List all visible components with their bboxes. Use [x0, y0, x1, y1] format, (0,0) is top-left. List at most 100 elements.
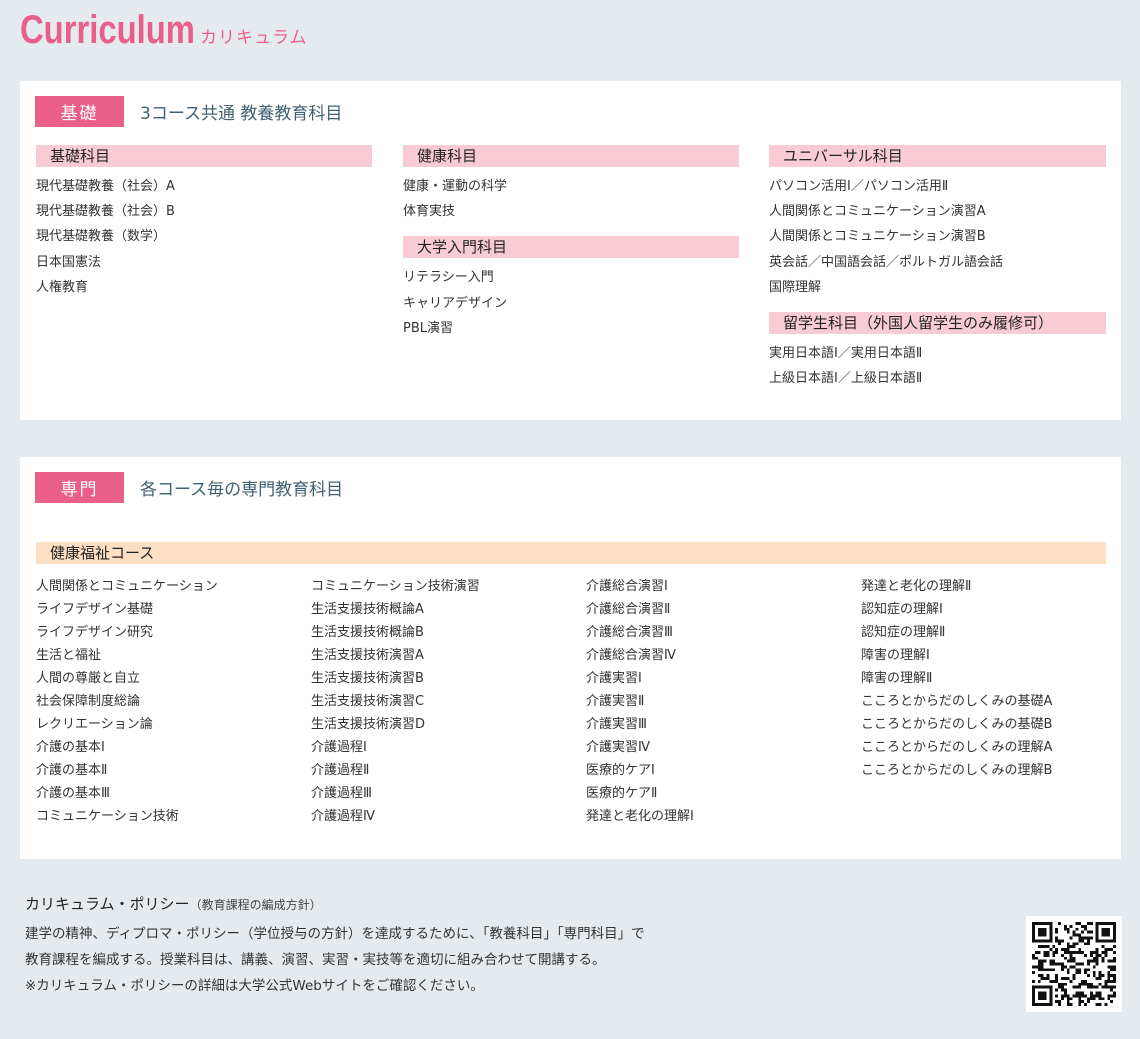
course-list: 現代基礎教養（社会）A 現代基礎教養（社会）B 現代基礎教養（数学） 日本国憲法人権教…	[36, 174, 372, 300]
course-item: 介護の基本Ⅱ	[36, 763, 108, 778]
policy-title: カリキュラム・ポリシー	[25, 895, 190, 913]
specialized-tag: 専門	[35, 472, 124, 503]
course-item: 日本国憲法	[36, 254, 102, 270]
category-heading: 基礎科目	[36, 145, 372, 167]
page-header: Curriculum カリキュラム	[20, 8, 308, 53]
course-item: 社会保障制度総論	[36, 694, 141, 709]
specialized-column-2: コミュニケーション技術演習 生活支援技術概論A 生活支援技術概論B 生活支援技術演習A…	[311, 575, 581, 828]
course-list: 実用日本語Ⅰ／実用日本語Ⅱ 上級日本語Ⅰ／上級日本語Ⅱ	[769, 341, 1106, 391]
basic-column-1: 基礎科目 現代基礎教養（社会）A 現代基礎教養（社会）B 現代基礎教養（数学） 日本国…	[36, 145, 372, 300]
course-item: 介護総合演習Ⅰ	[586, 579, 668, 594]
course-item: コミュニケーション技術	[36, 809, 179, 824]
course-heading-wrap: 健康福祉コース	[36, 542, 1106, 571]
course-item: 障害の理解Ⅱ	[861, 671, 933, 686]
course-list: コミュニケーション技術演習 生活支援技術概論A 生活支援技術概論B 生活支援技術演習A…	[311, 575, 581, 828]
course-item: 生活支援技術演習B	[311, 671, 424, 686]
policy-subtitle: （教育課程の編成方針）	[189, 898, 322, 912]
course-heading: 健康福祉コース	[36, 542, 1106, 564]
course-item: PBL演習	[403, 320, 454, 336]
course-item: 認知症の理解Ⅰ	[861, 602, 943, 617]
policy-line: 建学の精神、ディプロマ・ポリシー（学位授与の方針）を達成するために、「教養科目」…	[25, 926, 645, 942]
course-item: 生活支援技術演習C	[311, 694, 425, 709]
course-item: 医療的ケアⅠ	[586, 763, 655, 778]
course-item: 人権教育	[36, 279, 89, 295]
course-item: 認知症の理解Ⅱ	[861, 625, 946, 640]
policy-heading: カリキュラム・ポリシー（教育課程の編成方針）	[25, 893, 645, 914]
course-item: ライフデザイン研究	[36, 625, 154, 640]
page-title-jp: カリキュラム	[200, 28, 308, 48]
course-item: 生活支援技術概論A	[311, 602, 424, 617]
course-item: 介護過程Ⅲ	[311, 786, 372, 801]
course-list: 健康・運動の科学 体育実技	[403, 174, 739, 224]
course-item: 生活支援技術演習D	[311, 717, 426, 732]
course-item: 介護総合演習Ⅱ	[586, 602, 671, 617]
course-item: リテラシー入門	[403, 270, 494, 286]
category-heading: 留学生科目（外国人留学生のみ履修可）	[769, 312, 1106, 335]
course-item: コミュニケーション技術演習	[311, 579, 480, 594]
course-item: 実用日本語Ⅰ／実用日本語Ⅱ	[769, 346, 923, 362]
course-item: こころとからだのしくみの基礎B	[861, 717, 1053, 732]
category-heading: 健康科目	[403, 145, 739, 167]
category-heading: 大学入門科目	[403, 236, 739, 259]
course-list: 発達と老化の理解Ⅱ 認知症の理解Ⅰ 認知症の理解Ⅱ 障害の理解Ⅰ 障害の理解Ⅱ こころとか…	[861, 575, 1111, 782]
course-list: リテラシー入門 キャリアデザイン PBL演習	[403, 265, 739, 341]
specialized-panel-title: 各コース毎の専門教育科目	[140, 480, 344, 500]
basic-panel-title: 3コース共通 教養教育科目	[140, 104, 343, 124]
course-item: 国際理解	[769, 279, 822, 295]
course-item: 人間関係とコミュニケーション	[36, 579, 218, 594]
course-item: 介護実習Ⅳ	[586, 740, 650, 755]
course-item: 現代基礎教養（数学）	[36, 229, 167, 245]
course-item: 発達と老化の理解Ⅱ	[861, 579, 972, 594]
course-item: こころとからだのしくみの理解A	[861, 740, 1053, 755]
specialized-curriculum-panel: 専門 各コース毎の専門教育科目 健康福祉コース 人間関係とコミュニケーション ライ…	[20, 457, 1121, 859]
course-item: 人間関係とコミュニケーション演習A	[769, 204, 986, 220]
basic-column-3: ユニバーサル科目 パソコン活用Ⅰ／パソコン活用Ⅱ 人間関係とコミュニケーション演習…	[769, 145, 1106, 391]
specialized-column-1: 人間関係とコミュニケーション ライフデザイン基礎 ライフデザイン研究 生活と福祉人間の…	[36, 575, 306, 828]
course-item: 生活支援技術概論B	[311, 625, 424, 640]
course-item: 生活支援技術演習A	[311, 648, 424, 663]
course-item: 介護実習Ⅲ	[586, 717, 647, 732]
course-item: 体育実技	[403, 204, 456, 220]
course-item: 介護の基本Ⅰ	[36, 740, 105, 755]
qr-code-icon[interactable]	[1026, 916, 1122, 1012]
course-item: 人間関係とコミュニケーション演習B	[769, 229, 986, 245]
page-title-en: Curriculum	[20, 8, 195, 52]
course-item: 介護過程Ⅱ	[311, 763, 370, 778]
course-item: 生活と福祉	[36, 648, 102, 663]
course-item: 上級日本語Ⅰ／上級日本語Ⅱ	[769, 371, 923, 387]
course-item: 医療的ケアⅡ	[586, 786, 658, 801]
policy-line: 教育課程を編成する。授業科目は、講義、演習、実習・実技等を適切に組み合わせて開講…	[25, 952, 606, 968]
course-item: こころとからだのしくみの理解B	[861, 763, 1053, 778]
course-item: 現代基礎教養（社会）B	[36, 204, 175, 220]
course-item: ライフデザイン基礎	[36, 602, 154, 617]
course-item: こころとからだのしくみの基礎A	[861, 694, 1053, 709]
course-item: 英会話／中国語会話／ポルトガル語会話	[769, 254, 1004, 270]
basic-tag: 基礎	[35, 96, 124, 127]
course-item: 介護過程Ⅳ	[311, 809, 375, 824]
policy-line: ※カリキュラム・ポリシーの詳細は大学公式Webサイトをご確認ください。	[25, 978, 484, 994]
basic-column-2: 健康科目 健康・運動の科学 体育実技 大学入門科目 リテラシー入門 キャリアデザイン…	[403, 145, 739, 341]
category-heading: ユニバーサル科目	[769, 145, 1106, 167]
course-list: パソコン活用Ⅰ／パソコン活用Ⅱ 人間関係とコミュニケーション演習A 人間関係とコミュ…	[769, 174, 1106, 300]
course-item: 人間の尊厳と自立	[36, 671, 141, 686]
course-item: 介護実習Ⅱ	[586, 694, 645, 709]
course-list: 介護総合演習Ⅰ 介護総合演習Ⅱ 介護総合演習Ⅲ 介護総合演習Ⅳ 介護実習Ⅰ 介護実習Ⅱ 介護…	[586, 575, 856, 828]
course-item: 現代基礎教養（社会）A	[36, 179, 175, 194]
basic-curriculum-panel: 基礎 3コース共通 教養教育科目 基礎科目 現代基礎教養（社会）A 現代基礎教養（…	[20, 81, 1121, 420]
course-item: 障害の理解Ⅰ	[861, 648, 930, 663]
course-item: 発達と老化の理解Ⅰ	[586, 809, 694, 824]
curriculum-policy: カリキュラム・ポリシー（教育課程の編成方針） 建学の精神、ディプロマ・ポリシー（…	[25, 893, 645, 999]
qr-code-graphic	[1032, 922, 1116, 1006]
course-item: 介護過程Ⅰ	[311, 740, 367, 755]
course-item: 介護実習Ⅰ	[586, 671, 642, 686]
course-item: 健康・運動の科学	[403, 179, 508, 194]
course-item: 介護の基本Ⅲ	[36, 786, 110, 801]
course-item: 介護総合演習Ⅲ	[586, 625, 673, 640]
course-list: 人間関係とコミュニケーション ライフデザイン基礎 ライフデザイン研究 生活と福祉人間の…	[36, 575, 306, 828]
course-item: レクリエーション論	[36, 717, 153, 732]
course-item: 介護総合演習Ⅳ	[586, 648, 676, 663]
specialized-column-3: 介護総合演習Ⅰ 介護総合演習Ⅱ 介護総合演習Ⅲ 介護総合演習Ⅳ 介護実習Ⅰ 介護実習Ⅱ 介護…	[586, 575, 856, 828]
specialized-column-4: 発達と老化の理解Ⅱ 認知症の理解Ⅰ 認知症の理解Ⅱ 障害の理解Ⅰ 障害の理解Ⅱ こころとか…	[861, 575, 1111, 782]
course-item: パソコン活用Ⅰ／パソコン活用Ⅱ	[769, 179, 949, 194]
course-item: キャリアデザイン	[403, 295, 508, 311]
